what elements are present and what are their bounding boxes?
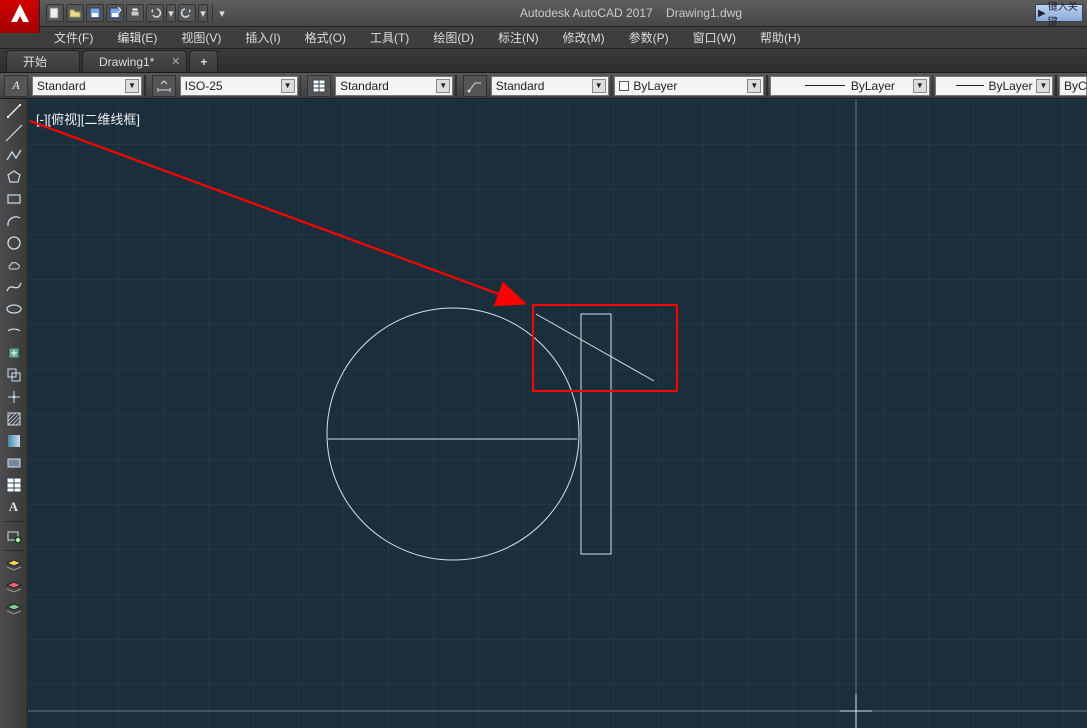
chevron-down-icon[interactable]: ▼ [125,79,139,93]
chevron-down-icon[interactable]: ▼ [913,79,927,93]
dim-style-value: ISO-25 [185,79,223,93]
drawing-canvas[interactable]: [-][俯视][二维线框] [28,99,1087,728]
menu-edit[interactable]: 编辑(E) [105,27,169,48]
quick-access-toolbar: ▾ ▾ ▾ [46,4,227,22]
close-icon[interactable]: ✕ [171,55,180,68]
spline-button[interactable] [3,277,25,297]
lineweight-preview-icon [956,85,984,86]
region-button[interactable] [3,453,25,473]
chevron-down-icon[interactable]: ▼ [1036,79,1050,93]
style-toolbar: A Standard▼ ISO-25▼ Standard▼ Standard▼ … [0,73,1087,99]
mtext-button[interactable]: A [3,497,25,517]
document-tab-bar: 开始 Drawing1* ✕ + [0,49,1087,73]
menu-modify[interactable]: 修改(M) [551,27,617,48]
chevron-down-icon[interactable]: ▼ [592,79,606,93]
qat-more-icon[interactable]: ▾ [217,4,227,22]
undo-dropdown-icon[interactable]: ▾ [166,4,176,22]
menu-window[interactable]: 窗口(W) [681,27,748,48]
saveas-icon[interactable] [106,4,124,22]
text-style-icon[interactable]: A [4,75,28,97]
save-icon[interactable] [86,4,104,22]
window-title: Autodesk AutoCAD 2017 Drawing1.dwg [227,6,1035,20]
table-style-dropdown[interactable]: Standard ▼ [335,76,453,96]
ellipse-button[interactable] [3,299,25,319]
text-style-value: Standard [37,79,86,93]
color-swatch-icon [619,81,629,91]
linetype-preview-icon [805,85,845,86]
construction-line-button[interactable] [3,123,25,143]
dim-style-icon[interactable] [152,75,176,97]
polygon-button[interactable] [3,167,25,187]
layer-tools-button[interactable] [3,555,25,575]
line-tool-button[interactable] [3,101,25,121]
chevron-down-icon[interactable]: ▼ [436,79,450,93]
menu-dim[interactable]: 标注(N) [486,27,551,48]
add-selected-button[interactable] [3,526,25,546]
chevron-down-icon[interactable]: ▼ [281,79,295,93]
ellipse-arc-button[interactable] [3,321,25,341]
multileader-style-dropdown[interactable]: Standard ▼ [491,76,609,96]
linetype-dropdown[interactable]: ByLayer ▼ [770,76,930,96]
table-style-icon[interactable] [307,75,331,97]
lineweight-value: ByLayer [988,79,1032,93]
rectangle-button[interactable] [3,189,25,209]
dim-style-dropdown[interactable]: ISO-25 ▼ [180,76,298,96]
work-area: A [0,99,1087,728]
table-style-value: Standard [340,79,389,93]
polyline-button[interactable] [3,145,25,165]
revision-cloud-button[interactable] [3,255,25,275]
menu-format[interactable]: 格式(O) [293,27,358,48]
tab-start[interactable]: 开始 [6,50,80,72]
circle-button[interactable] [3,233,25,253]
point-button[interactable] [3,387,25,407]
plotstyle-dropdown[interactable]: ByC [1059,76,1087,96]
linetype-value: ByLayer [851,79,895,93]
table-button[interactable] [3,475,25,495]
plus-icon: + [200,55,207,69]
print-icon[interactable] [126,4,144,22]
tab-drawing[interactable]: Drawing1* ✕ [82,50,187,72]
menu-insert[interactable]: 插入(I) [233,27,292,48]
menu-view[interactable]: 视图(V) [169,27,233,48]
menu-file[interactable]: 文件(F) [42,27,105,48]
gradient-button[interactable] [3,431,25,451]
viewport-label[interactable]: [-][俯视][二维线框] [36,109,140,128]
document-name: Drawing1.dwg [666,6,742,20]
menu-param[interactable]: 参数(P) [617,27,681,48]
menu-bar: 文件(F) 编辑(E) 视图(V) 插入(I) 格式(O) 工具(T) 绘图(D… [0,27,1087,49]
layer-color-dropdown[interactable]: ByLayer ▼ [614,76,764,96]
text-style-dropdown[interactable]: Standard ▼ [32,76,142,96]
redo-dropdown-icon[interactable]: ▾ [198,4,208,22]
layer-color-value: ByLayer [633,79,677,93]
title-bar: ▾ ▾ ▾ Autodesk AutoCAD 2017 Drawing1.dwg… [0,0,1087,27]
menu-tools[interactable]: 工具(T) [358,27,421,48]
open-icon[interactable] [66,4,84,22]
hatch-button[interactable] [3,409,25,429]
arc-button[interactable] [3,211,25,231]
plotstyle-value: ByC [1064,79,1087,93]
layer-iso-button[interactable] [3,577,25,597]
make-block-button[interactable] [3,365,25,385]
redo-icon[interactable] [178,4,196,22]
lineweight-dropdown[interactable]: ByLayer ▼ [935,76,1053,96]
tab-drawing-label: Drawing1* [99,55,154,69]
layer-match-button[interactable] [3,599,25,619]
search-input[interactable]: ▶键入关键 [1035,4,1083,22]
tab-start-label: 开始 [23,53,47,70]
undo-icon[interactable] [146,4,164,22]
chevron-down-icon[interactable]: ▼ [747,79,761,93]
multileader-style-value: Standard [496,79,545,93]
tab-add[interactable]: + [189,50,218,72]
insert-block-button[interactable] [3,343,25,363]
multileader-style-icon[interactable] [463,75,487,97]
draw-toolbar: A [0,99,28,728]
search-placeholder: 键入关键 [1048,0,1080,28]
menu-help[interactable]: 帮助(H) [748,27,813,48]
menu-draw[interactable]: 绘图(D) [421,27,486,48]
app-menu-button[interactable] [0,0,40,33]
new-icon[interactable] [46,4,64,22]
app-name: Autodesk AutoCAD 2017 [520,6,653,20]
